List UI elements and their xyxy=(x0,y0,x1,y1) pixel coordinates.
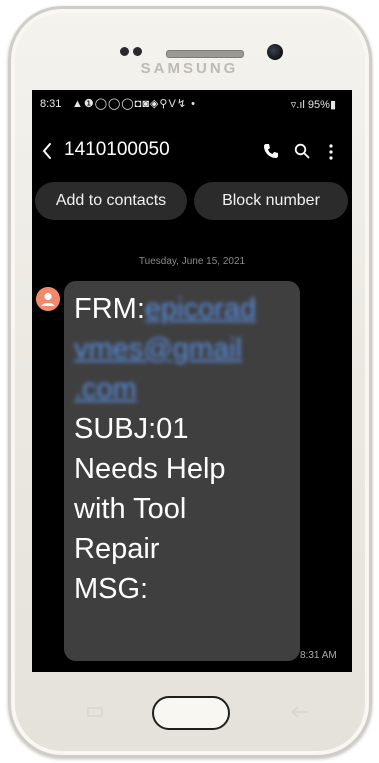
front-camera xyxy=(267,44,283,60)
body-line-2: with Tool xyxy=(74,493,187,525)
subject-line: SUBJ:01 xyxy=(74,413,189,445)
body-line-1: Needs Help xyxy=(74,453,226,485)
message-timestamp: 8:31 AM xyxy=(300,650,337,661)
battery-level: 95% xyxy=(307,99,330,111)
message-text: FRM:epicorad vmes@gmail .com SUBJ:01 Nee… xyxy=(74,289,296,609)
sensor-dots xyxy=(120,45,160,57)
recents-icon[interactable] xyxy=(86,706,104,718)
add-to-contacts-button[interactable]: Add to contacts xyxy=(35,182,187,220)
battery-icon: ▮ xyxy=(329,99,336,111)
brand-logo: SAMSUNG xyxy=(140,60,239,77)
email-link-part1[interactable]: epicorad xyxy=(145,293,256,325)
from-label: FRM: xyxy=(74,293,145,325)
page: SAMSUNG 8:31 ▲❶◯◯◯◘◙◈⚲V↯ • ▿.ıl 95%▮ 141… xyxy=(0,0,379,763)
search-icon[interactable] xyxy=(294,143,310,159)
status-time: 8:31 xyxy=(40,98,62,110)
earpiece-speaker xyxy=(166,50,244,58)
block-number-button[interactable]: Block number xyxy=(194,182,348,220)
signal-icon: ▿.ıl xyxy=(290,99,308,111)
call-icon[interactable] xyxy=(263,143,279,159)
message-from-line: FRM:epicorad xyxy=(74,289,296,329)
more-options-icon[interactable] xyxy=(328,143,334,161)
date-separator: Tuesday, June 15, 2021 xyxy=(138,256,246,267)
notification-icons: ▲❶◯◯◯◘◙◈⚲V↯ • xyxy=(72,98,196,110)
conversation-header: 1410100050 xyxy=(32,135,352,167)
back-icon[interactable] xyxy=(40,141,54,161)
status-bar: 8:31 ▲❶◯◯◯◘◙◈⚲V↯ • ▿.ıl 95%▮ xyxy=(32,90,352,116)
message-bubble[interactable]: FRM:epicorad vmes@gmail .com SUBJ:01 Nee… xyxy=(64,281,300,661)
avatar-icon[interactable] xyxy=(36,287,60,311)
email-link-part2[interactable]: vmes@gmail xyxy=(74,329,296,369)
email-link-part3[interactable]: .com xyxy=(74,369,296,409)
contact-number: 1410100050 xyxy=(64,139,170,160)
battery-indicator: ▿.ıl 95%▮ xyxy=(291,98,336,111)
back-key-icon[interactable] xyxy=(288,705,312,719)
msg-label: MSG: xyxy=(74,573,149,605)
phone-screen: 8:31 ▲❶◯◯◯◘◙◈⚲V↯ • ▿.ıl 95%▮ 1410100050 xyxy=(32,90,352,672)
body-line-3: Repair xyxy=(74,533,160,565)
home-button[interactable] xyxy=(152,696,230,730)
